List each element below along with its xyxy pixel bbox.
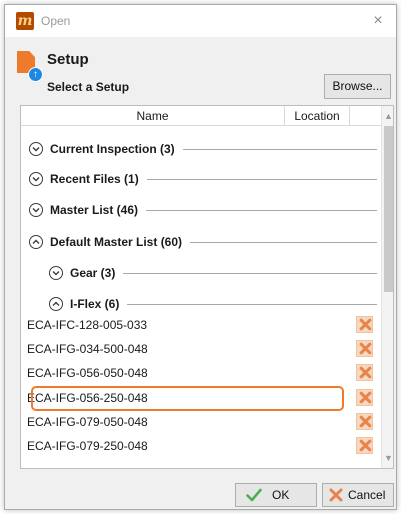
setup-subtitle: Select a Setup [47,80,130,94]
item-name: ECA-IFG-079-050-048 [27,415,148,429]
setup-title: Setup [47,51,89,68]
delete-icon[interactable] [356,340,373,357]
delete-icon[interactable] [356,364,373,381]
ok-button[interactable]: OK [235,483,317,507]
list-item[interactable]: ECA-IFG-079-050-048 [21,411,381,433]
group-divider [146,178,377,180]
group-recent-files[interactable]: Recent Files (1) [29,167,377,191]
cancel-x-icon [329,488,343,502]
upload-badge-icon: ↑ [28,67,43,82]
group-divider [182,148,377,150]
group-divider [190,241,377,243]
delete-icon[interactable] [356,389,373,406]
scroll-thumb[interactable] [384,126,393,292]
title-bar: m Open × [5,5,396,37]
cancel-label: Cancel [348,488,386,502]
app-logo-icon: m [16,12,34,30]
group-master-list[interactable]: Master List (46) [29,198,377,222]
group-label: Gear (3) [70,266,116,280]
group-i-flex[interactable]: I-Flex (6) [49,292,377,316]
column-name-header[interactable]: Name [21,106,285,126]
list-item[interactable]: ECA-IFG-034-500-048 [21,338,381,360]
group-divider [127,303,377,305]
list-item-highlighted[interactable]: ECA-IFG-056-250-048 [21,387,381,409]
delete-icon[interactable] [356,316,373,333]
setup-list[interactable]: Name Location Current Inspection (3) Rec… [20,105,394,469]
close-icon[interactable]: × [368,11,388,31]
list-item[interactable]: ECA-IFG-056-050-048 [21,362,381,384]
item-name: ECA-IFC-128-005-033 [27,318,148,332]
column-location-header[interactable]: Location [285,106,350,126]
column-header: Name Location [21,106,381,126]
item-name: ECA-IFG-056-050-048 [27,366,148,380]
browse-button[interactable]: Browse... [324,74,391,99]
group-current-inspection[interactable]: Current Inspection (3) [29,137,377,161]
chevron-down-icon[interactable] [29,142,43,156]
ok-label: OK [272,488,290,502]
group-label: Master List (46) [50,203,139,217]
group-divider [123,272,377,274]
item-name: ECA-IFG-034-500-048 [27,342,148,356]
delete-icon[interactable] [356,437,373,454]
checkmark-icon [246,488,262,502]
chevron-up-icon[interactable] [49,297,63,311]
group-label: Default Master List (60) [50,235,183,249]
group-default-master-list[interactable]: Default Master List (60) [29,230,377,254]
list-item[interactable]: ECA-IFG-079-250-048 [21,435,381,457]
scroll-down-icon[interactable]: ▼ [382,450,393,466]
vertical-scrollbar[interactable]: ▲ ▼ [381,106,393,468]
group-label: Current Inspection (3) [50,142,175,156]
delete-icon[interactable] [356,413,373,430]
chevron-down-icon[interactable] [49,266,63,280]
open-dialog: m Open × ↑ Setup Select a Setup Browse..… [4,4,397,510]
item-name: ECA-IFG-079-250-048 [27,439,148,453]
chevron-down-icon[interactable] [29,172,43,186]
group-gear[interactable]: Gear (3) [49,261,377,285]
cancel-button[interactable]: Cancel [322,483,394,507]
group-label: Recent Files (1) [50,172,139,186]
scroll-up-icon[interactable]: ▲ [382,108,393,124]
item-name: ECA-IFG-056-250-048 [27,391,148,405]
window-title: Open [41,14,71,28]
chevron-down-icon[interactable] [29,203,43,217]
group-divider [146,209,377,211]
group-label: I-Flex (6) [70,297,120,311]
chevron-up-icon[interactable] [29,235,43,249]
list-item[interactable]: ECA-IFC-128-005-033 [21,314,381,336]
setup-header: ↑ Setup Select a Setup Browse... [5,37,396,103]
